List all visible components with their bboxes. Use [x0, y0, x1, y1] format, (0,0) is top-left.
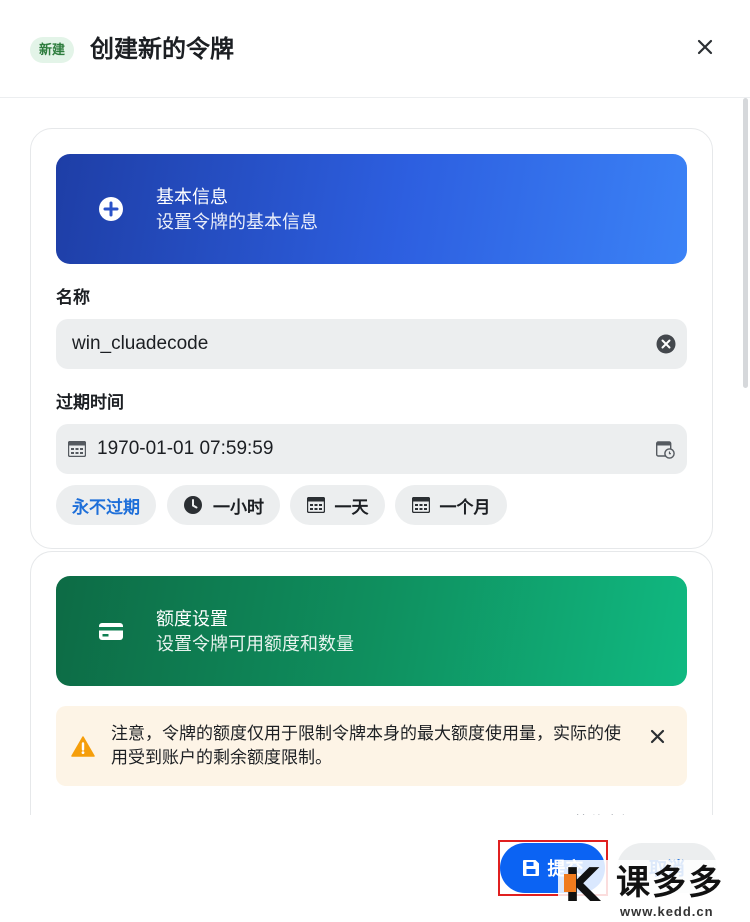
expire-date-value: 1970-01-01 07:59:59 [97, 438, 274, 459]
expire-label: 过期时间 [56, 393, 124, 412]
basic-info-card: 基本信息 设置令牌的基本信息 名称 win_cluadecode 过期时间 19… [30, 128, 713, 549]
calendar-icon [68, 441, 86, 457]
close-button[interactable] [690, 32, 720, 62]
one-month-button[interactable]: 一个月 [395, 485, 507, 525]
quota-banner: 额度设置 设置令牌可用额度和数量 [56, 576, 687, 686]
quota-title: 额度设置 [156, 609, 228, 629]
basic-info-title: 基本信息 [156, 187, 228, 207]
credit-card-icon [99, 623, 123, 640]
watermark: K 课多多 www.kedd.cn [558, 860, 750, 922]
save-icon [522, 860, 539, 876]
watermark-text: 课多多 [616, 864, 724, 902]
never-expire-button[interactable]: 永不过期 [56, 485, 156, 525]
clock-icon [184, 496, 202, 514]
one-day-label: 一天 [334, 497, 369, 517]
basic-info-subtitle: 设置令牌的基本信息 [156, 212, 318, 232]
never-expire-label: 永不过期 [72, 497, 140, 517]
name-input-value: win_cluadecode [72, 333, 209, 354]
warning-icon [71, 736, 95, 757]
one-hour-button[interactable]: 一小时 [167, 485, 280, 525]
watermark-logo-accent [564, 874, 576, 892]
quota-card: 额度设置 设置令牌可用额度和数量 注意，令牌的额度仅用于限制令牌本身的最大额度使… [30, 551, 713, 831]
basic-info-banner: 基本信息 设置令牌的基本信息 [56, 154, 687, 264]
one-month-label: 一个月 [439, 497, 491, 517]
clear-icon[interactable] [656, 334, 676, 354]
dialog-header: 新建 创建新的令牌 [0, 0, 750, 98]
quota-notice-text: 注意，令牌的额度仅用于限制令牌本身的最大额度使用量，实际的使用受到账户的剩余额度… [111, 724, 621, 767]
notice-close-button[interactable] [644, 723, 670, 749]
calendar-clock-icon[interactable] [656, 441, 675, 459]
calendar-icon [306, 497, 325, 513]
calendar-icon [411, 497, 430, 513]
new-badge: 新建 [30, 37, 75, 63]
name-label: 名称 [56, 288, 90, 307]
one-day-button[interactable]: 一天 [290, 485, 385, 525]
dialog-title: 创建新的令牌 [90, 36, 234, 63]
one-hour-label: 一小时 [213, 497, 264, 517]
name-input[interactable]: win_cluadecode [56, 319, 687, 369]
plus-circle-icon [99, 197, 123, 221]
quota-subtitle: 设置令牌可用额度和数量 [156, 634, 354, 654]
scrollbar[interactable] [743, 98, 748, 388]
expire-date-input[interactable]: 1970-01-01 07:59:59 [56, 424, 687, 474]
quota-notice: 注意，令牌的额度仅用于限制令牌本身的最大额度使用量，实际的使用受到账户的剩余额度… [56, 706, 687, 786]
watermark-url: www.kedd.cn [620, 904, 714, 919]
close-icon [697, 39, 713, 55]
close-icon [650, 729, 664, 743]
